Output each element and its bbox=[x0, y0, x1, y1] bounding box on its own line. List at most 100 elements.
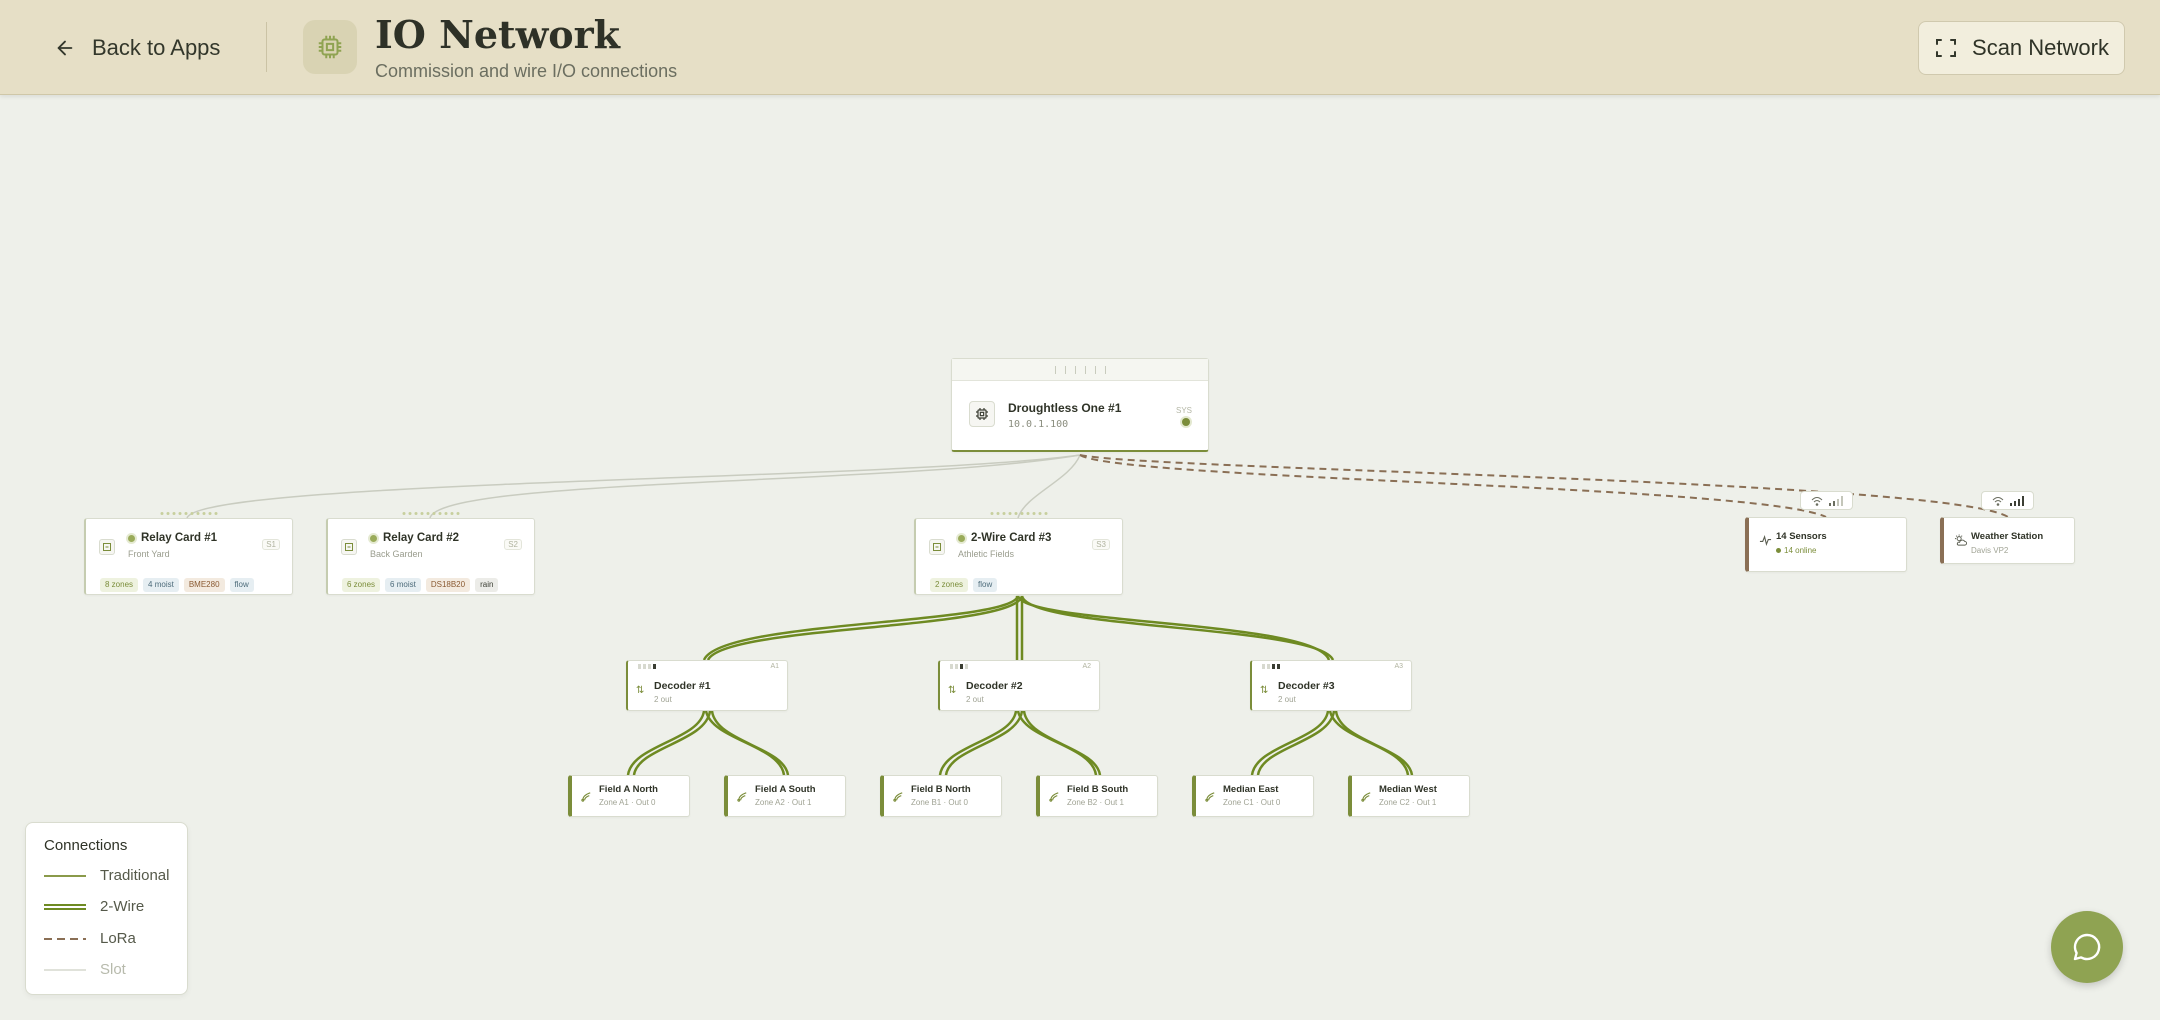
twowire-zone-b2-a bbox=[1016, 710, 1098, 776]
decoder-2-node[interactable]: A2 ⇅ Decoder #2 2 out bbox=[938, 660, 1100, 711]
lora-signal-badge-sensors bbox=[1800, 491, 1853, 510]
legend-label: LoRa bbox=[100, 930, 136, 947]
lora-device-status: 14 online bbox=[1776, 546, 1816, 555]
zone-detail: Zone B2 · Out 1 bbox=[1067, 798, 1124, 807]
tag-sensor: BME280 bbox=[183, 578, 225, 592]
twowire-zone-a1-a bbox=[626, 710, 706, 776]
card-tags: 2 zones flow bbox=[930, 578, 998, 592]
zone-a2-node[interactable]: Field A South Zone A2 · Out 1 bbox=[724, 775, 846, 817]
swap-icon: ⇅ bbox=[636, 685, 645, 696]
card-location: Athletic Fields bbox=[958, 549, 1015, 559]
zone-b2-node[interactable]: Field B South Zone B2 · Out 1 bbox=[1036, 775, 1158, 817]
legend-item-slot: Slot bbox=[44, 961, 126, 978]
zone-detail: Zone C1 · Out 0 bbox=[1223, 798, 1281, 807]
twowire-card-3-node[interactable]: 2-Wire Card #3 Athletic Fields S3 2 zone… bbox=[914, 512, 1123, 595]
scan-icon bbox=[1936, 39, 1957, 57]
controller-sys-label: SYS bbox=[1175, 406, 1192, 415]
sprinkler-icon bbox=[893, 792, 903, 802]
card-location: Back Garden bbox=[370, 549, 423, 559]
zone-name: Field B North bbox=[911, 784, 971, 795]
tag-flow: flow bbox=[229, 578, 254, 592]
twowire-decoder-3-a bbox=[1016, 595, 1331, 661]
decoder-1-node[interactable]: A1 ⇅ Decoder #1 2 out bbox=[626, 660, 788, 711]
twowire-zone-a2-b bbox=[710, 710, 790, 776]
zone-name: Field A South bbox=[755, 784, 816, 795]
arrow-left-icon bbox=[57, 40, 73, 56]
decoder-outputs: 2 out bbox=[1278, 695, 1296, 704]
relay-icon bbox=[341, 539, 357, 555]
signal-bars-icon bbox=[2009, 495, 2024, 506]
card-slot: S1 bbox=[262, 539, 280, 550]
header-divider bbox=[266, 22, 267, 72]
zone-detail: Zone C2 · Out 1 bbox=[1379, 798, 1437, 807]
lora-weather-node[interactable]: Weather Station Davis VP2 bbox=[1940, 517, 2075, 564]
card-status-led bbox=[370, 535, 377, 542]
lora-device-name: Weather Station bbox=[1971, 531, 2044, 542]
sprinkler-icon bbox=[1205, 792, 1215, 802]
zone-a1-node[interactable]: Field A North Zone A1 · Out 0 bbox=[568, 775, 690, 817]
swap-icon: ⇅ bbox=[1260, 685, 1269, 696]
twowire-zone-b1-b bbox=[944, 710, 1024, 776]
legend-swatch-dashed bbox=[44, 937, 86, 940]
sprinkler-icon bbox=[1049, 792, 1059, 802]
zone-name: Field A North bbox=[599, 784, 658, 795]
tag-zones: 8 zones bbox=[100, 578, 139, 592]
scan-network-button[interactable]: Scan Network bbox=[1918, 21, 2125, 75]
relay-icon bbox=[929, 539, 945, 555]
controller-node[interactable]: Droughtless One #1 10.0.1.100 SYS bbox=[951, 358, 1209, 452]
scan-network-label: Scan Network bbox=[1972, 35, 2109, 60]
card-pins bbox=[990, 512, 1048, 515]
lora-wire-weather bbox=[1079, 454, 2009, 518]
decoder-3-node[interactable]: A3 ⇅ Decoder #3 2 out bbox=[1250, 660, 1412, 711]
twowire-zone-c1-b bbox=[1256, 710, 1336, 776]
zone-detail: Zone A2 · Out 1 bbox=[755, 798, 812, 807]
decoder-address: A2 bbox=[1082, 663, 1091, 670]
chip-icon bbox=[969, 401, 995, 427]
twowire-zone-c1-a bbox=[1250, 710, 1330, 776]
zone-c1-node[interactable]: Median East Zone C1 · Out 0 bbox=[1192, 775, 1314, 817]
chat-button[interactable] bbox=[2051, 911, 2123, 983]
relay-card-1-node[interactable]: Relay Card #1 Front Yard S1 8 zones 4 mo… bbox=[84, 512, 293, 595]
tag-rain: rain bbox=[475, 578, 499, 592]
app-header: Back to Apps IO Network Commission and w… bbox=[0, 0, 2160, 95]
back-to-apps-button[interactable]: Back to Apps bbox=[54, 33, 220, 63]
sprinkler-icon bbox=[737, 792, 747, 802]
zone-name: Field B South bbox=[1067, 784, 1129, 795]
legend-label: 2-Wire bbox=[100, 898, 145, 915]
controller-port-strip bbox=[952, 359, 1208, 381]
card-slot: S2 bbox=[504, 539, 522, 550]
decoder-bit-strip bbox=[638, 664, 656, 669]
relay-icon bbox=[99, 539, 115, 555]
legend-label: Slot bbox=[100, 961, 126, 978]
relay-card-2-node[interactable]: Relay Card #2 Back Garden S2 6 zones 6 m… bbox=[326, 512, 535, 595]
twowire-zone-c2-b bbox=[1334, 710, 1414, 776]
legend-title: Connections bbox=[44, 837, 128, 854]
decoder-address: A1 bbox=[770, 663, 779, 670]
activity-icon bbox=[1759, 534, 1772, 547]
twowire-decoder-1-a bbox=[702, 595, 1020, 661]
sprinkler-icon bbox=[581, 792, 591, 802]
twowire-zone-c2-a bbox=[1328, 710, 1410, 776]
decoder-name: Decoder #2 bbox=[966, 680, 1023, 692]
connection-wires bbox=[186, 454, 2009, 776]
tag-zones: 2 zones bbox=[930, 578, 969, 592]
card-tags: 8 zones 4 moist BME280 flow bbox=[100, 578, 254, 592]
signal-bars-icon bbox=[1828, 495, 1843, 506]
legend-item-two-wire: 2-Wire bbox=[44, 898, 144, 915]
decoder-name: Decoder #3 bbox=[1278, 680, 1335, 692]
wifi-icon bbox=[1992, 496, 2003, 506]
zone-name: Median East bbox=[1223, 784, 1279, 795]
legend-label: Traditional bbox=[100, 867, 170, 884]
legend-swatch-single bbox=[44, 874, 86, 877]
lora-sensors-node[interactable]: 14 Sensors 14 online bbox=[1745, 517, 1907, 572]
card-pins bbox=[160, 512, 218, 515]
page-subtitle: Commission and wire I/O connections bbox=[375, 61, 678, 81]
lora-wire-sensors bbox=[1079, 454, 1827, 518]
zone-c2-node[interactable]: Median West Zone C2 · Out 1 bbox=[1348, 775, 1470, 817]
controller-ip: 10.0.1.100 bbox=[1008, 419, 1069, 430]
tag-sensor: DS18B20 bbox=[425, 578, 471, 592]
decoder-address: A3 bbox=[1394, 663, 1403, 670]
card-tags: 6 zones 6 moist DS18B20 rain bbox=[342, 578, 499, 592]
zone-b1-node[interactable]: Field B North Zone B1 · Out 0 bbox=[880, 775, 1002, 817]
page-title: IO Network bbox=[375, 12, 620, 57]
